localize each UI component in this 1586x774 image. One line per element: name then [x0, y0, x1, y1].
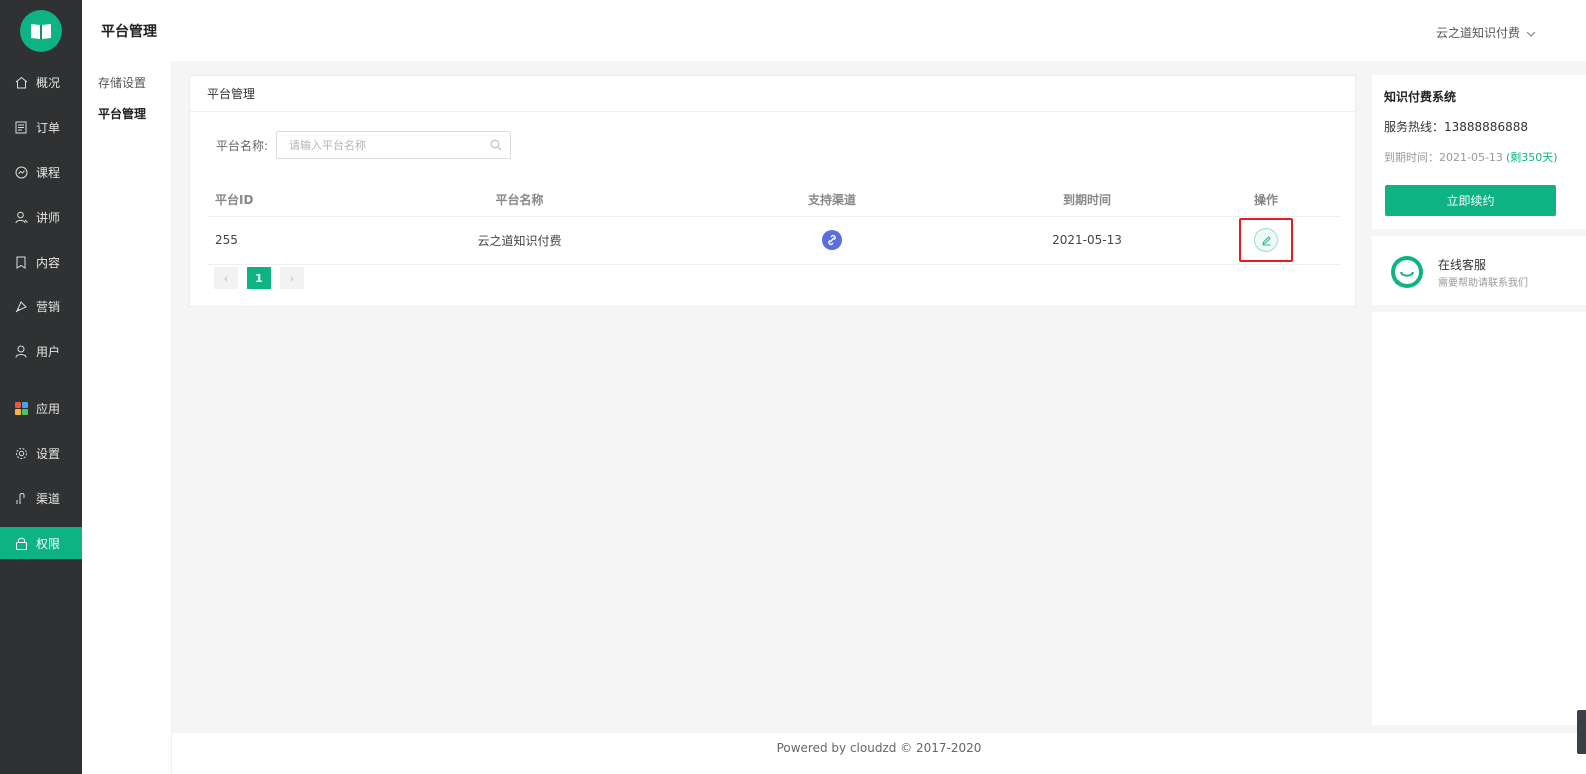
sidebar-item-content[interactable]: 内容 [0, 246, 82, 278]
sidebar-item-label: 渠道 [36, 491, 61, 506]
platform-name-search-input[interactable] [277, 132, 478, 158]
pagination: ‹ 1 › [214, 267, 304, 289]
cell-expire-date: 2021-05-13 [982, 216, 1192, 265]
marketing-icon [14, 299, 28, 313]
sidebar-item-label: 内容 [36, 255, 61, 270]
course-icon [14, 165, 28, 179]
search-icon[interactable] [490, 139, 502, 154]
expire-date: 到期时间：2021-05-13 [1384, 151, 1503, 164]
search-box [276, 131, 512, 159]
account-name: 云之道知识付费 [1435, 26, 1520, 40]
sidebar-item-marketing[interactable]: 营销 [0, 290, 82, 322]
sidebar-item-users[interactable]: 用户 [0, 335, 82, 367]
secondary-menu: 存储设置 平台管理 [82, 61, 172, 774]
sidebar-item-permissions[interactable]: 权限 [0, 527, 82, 559]
submenu-item-platform[interactable]: 平台管理 [98, 105, 146, 122]
filter-label: 平台名称: [216, 138, 269, 153]
card-title: 平台管理 [190, 76, 1355, 112]
table-header-row: 平台ID 平台名称 支持渠道 到期时间 操作 [207, 184, 1340, 217]
sidebar-item-label: 概况 [36, 75, 61, 90]
sidebar-item-label: 设置 [36, 446, 61, 461]
column-header: 支持渠道 [682, 184, 982, 217]
next-page-button[interactable]: › [280, 267, 304, 289]
link-icon [822, 230, 842, 250]
footer: Powered by cloudzd © 2017-2020 [172, 733, 1586, 774]
sidebar-item-label: 权限 [36, 536, 61, 551]
chat-bubble-icon[interactable] [1389, 254, 1425, 293]
table-row: 255 云之道知识付费 2021-05-13 [207, 216, 1340, 265]
page-button-current[interactable]: 1 [247, 267, 271, 289]
sidebar-item-orders[interactable]: 订单 [0, 111, 82, 143]
order-icon [14, 120, 28, 134]
apps-icon [14, 401, 28, 415]
online-service-title[interactable]: 在线客服 [1438, 256, 1486, 273]
sidebar-item-overview[interactable]: 概况 [0, 66, 82, 98]
column-header: 操作 [1192, 184, 1340, 217]
top-header: 平台管理 云之道知识付费 [82, 0, 1586, 61]
channel-icon [14, 491, 28, 505]
footer-text: Powered by cloudzd © 2017-2020 [776, 741, 982, 755]
gear-icon [14, 446, 28, 460]
book-icon[interactable] [20, 10, 62, 52]
home-icon [14, 75, 28, 89]
lock-icon [14, 536, 28, 550]
page-title: 平台管理 [101, 24, 157, 40]
sidebar-item-label: 营销 [36, 299, 61, 314]
sidebar-item-teachers[interactable]: 讲师 [0, 201, 82, 233]
side-widget-tab[interactable] [1577, 710, 1586, 754]
column-header: 平台ID [207, 184, 357, 217]
sidebar-item-apps[interactable]: 应用 [0, 392, 82, 424]
main-sidebar: 概况 订单 课程 讲师 内容 营销 用户 应用 设置 渠道 权限 [0, 0, 82, 774]
divider [1372, 305, 1586, 312]
highlight-box [1239, 218, 1293, 262]
column-header: 平台名称 [357, 184, 682, 217]
account-dropdown[interactable]: 云之道知识付费 [1436, 24, 1536, 41]
cell-platform-id: 255 [207, 216, 357, 265]
system-title: 知识付费系统 [1384, 90, 1457, 104]
platform-card: 平台管理 平台名称: 平台ID 平台名称 支持渠道 到期时间 操作 255 云之… [189, 75, 1356, 307]
sidebar-item-label: 讲师 [36, 210, 61, 225]
platform-table: 平台ID 平台名称 支持渠道 到期时间 操作 255 云之道知识付费 2021-… [207, 184, 1340, 265]
column-header: 到期时间 [982, 184, 1192, 217]
online-service-subtitle: 需要帮助请联系我们 [1438, 278, 1528, 289]
sidebar-item-label: 应用 [36, 401, 61, 416]
submenu-item-storage[interactable]: 存储设置 [98, 74, 146, 91]
renew-button[interactable]: 立即续约 [1385, 185, 1556, 216]
sidebar-item-courses[interactable]: 课程 [0, 156, 82, 188]
cell-action [1192, 216, 1340, 265]
edit-icon[interactable] [1254, 228, 1278, 252]
cell-platform-name: 云之道知识付费 [357, 216, 682, 265]
remaining-days: (剩350天) [1506, 151, 1558, 164]
sidebar-item-label: 课程 [36, 165, 61, 180]
cell-channel [682, 216, 982, 265]
filter-bar: 平台名称: [216, 131, 512, 159]
divider [1372, 229, 1586, 236]
sidebar-item-label: 订单 [36, 120, 61, 135]
service-hotline: 服务热线：13888886888 [1384, 120, 1528, 134]
teacher-icon [14, 210, 28, 224]
prev-page-button[interactable]: ‹ [214, 267, 238, 289]
user-icon [14, 344, 28, 358]
sidebar-item-label: 用户 [36, 344, 61, 359]
content-icon [14, 255, 28, 269]
sidebar-item-settings[interactable]: 设置 [0, 437, 82, 469]
chevron-down-icon [1526, 26, 1536, 40]
right-info-panel: 知识付费系统 服务热线：13888886888 到期时间：2021-05-13 … [1372, 75, 1586, 725]
sidebar-item-channels[interactable]: 渠道 [0, 482, 82, 514]
